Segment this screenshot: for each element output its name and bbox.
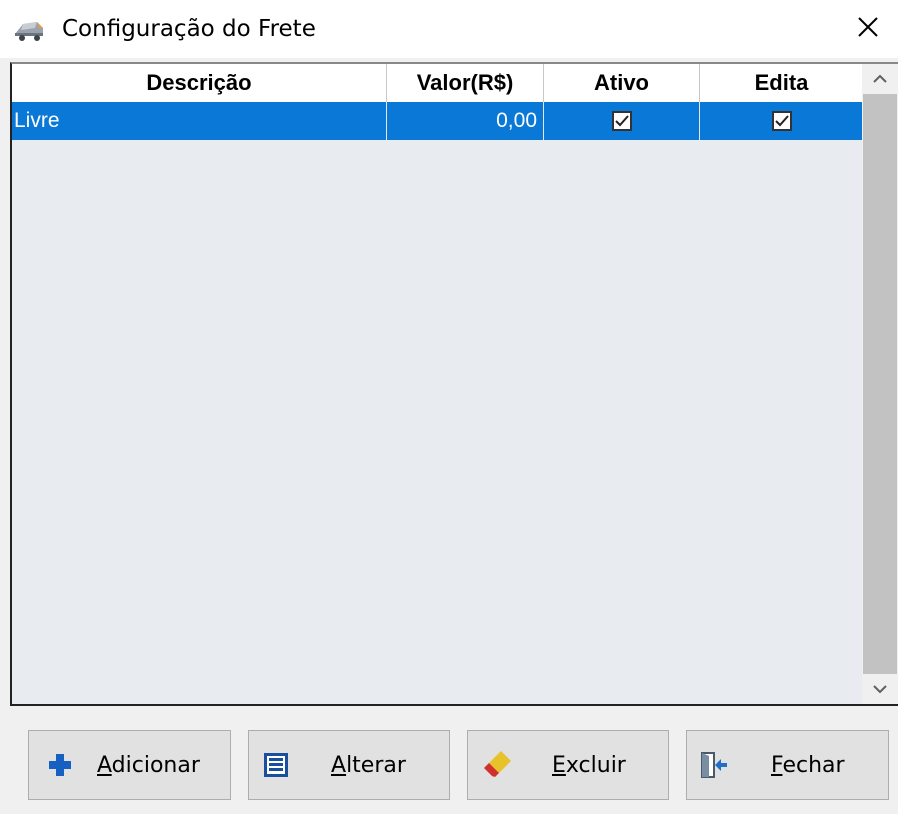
exit-door-icon	[697, 748, 731, 782]
column-header-ativo[interactable]: Ativo	[544, 64, 700, 102]
title-bar: Configuração do Frete	[0, 0, 898, 58]
column-header-edita[interactable]: Edita	[700, 64, 864, 102]
checkmark-icon	[614, 115, 629, 127]
delete-button-label: Excluir	[552, 752, 626, 778]
cell-ativo[interactable]	[544, 102, 700, 140]
freight-grid[interactable]: Descrição Valor(R$) Ativo Edita Livre 0,…	[10, 62, 898, 706]
cell-descricao[interactable]: Livre	[12, 102, 387, 140]
column-header-valor[interactable]: Valor(R$)	[387, 64, 544, 102]
eraser-icon	[480, 748, 514, 782]
edita-checkbox[interactable]	[771, 111, 792, 131]
add-button[interactable]: Adicionar	[28, 730, 231, 800]
alter-button-label: Alterar	[331, 752, 406, 778]
grid-header: Descrição Valor(R$) Ativo Edita	[12, 64, 864, 102]
alter-button[interactable]: Alterar	[248, 730, 450, 800]
freight-config-window: Configuração do Frete Descrição Valor(R$…	[0, 0, 898, 814]
list-icon	[259, 748, 293, 782]
table-row[interactable]: Livre 0,00	[12, 102, 864, 140]
scroll-down-button[interactable]	[862, 674, 898, 704]
close-form-button-label: Fechar	[771, 752, 845, 778]
close-button[interactable]	[838, 0, 898, 58]
grid-content: Descrição Valor(R$) Ativo Edita Livre 0,…	[12, 64, 864, 704]
column-header-descricao[interactable]: Descrição	[12, 64, 387, 102]
close-form-button[interactable]: Fechar	[686, 730, 889, 800]
cell-valor[interactable]: 0,00	[387, 102, 544, 140]
scroll-up-button[interactable]	[862, 64, 898, 94]
add-button-label: Adicionar	[97, 752, 200, 778]
truck-icon	[12, 11, 48, 47]
scrollbar-thumb[interactable]	[863, 94, 897, 674]
ativo-checkbox[interactable]	[611, 111, 632, 131]
cell-edita[interactable]	[700, 102, 864, 140]
chevron-up-icon	[873, 74, 887, 83]
delete-button[interactable]: Excluir	[467, 730, 669, 800]
vertical-scrollbar[interactable]	[862, 64, 898, 704]
window-title: Configuração do Frete	[62, 16, 316, 42]
close-icon	[857, 16, 879, 43]
checkmark-icon	[774, 115, 789, 127]
chevron-down-icon	[873, 685, 887, 694]
plus-icon	[43, 748, 77, 782]
